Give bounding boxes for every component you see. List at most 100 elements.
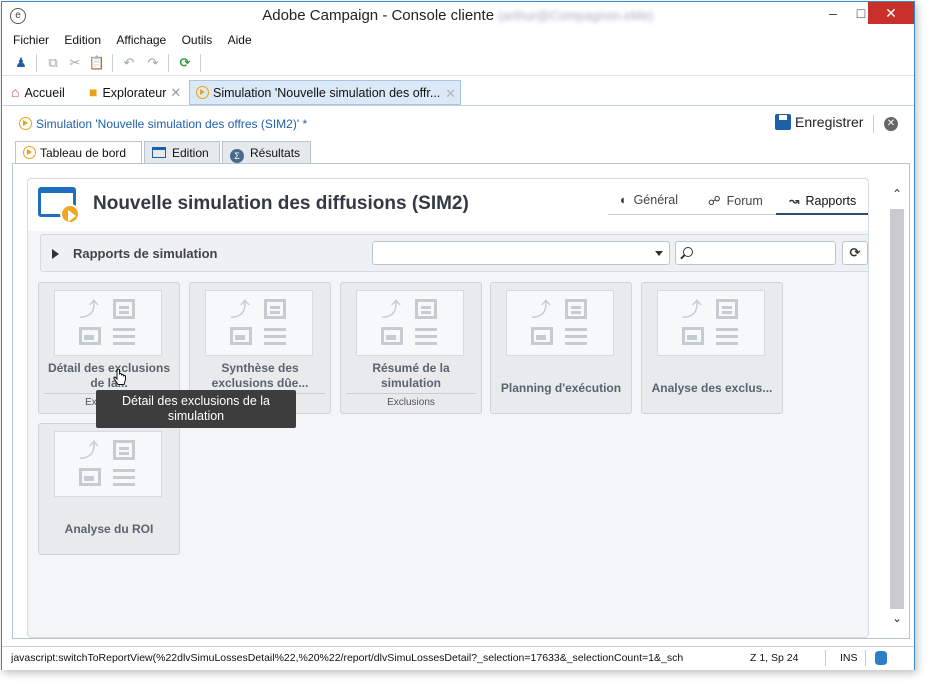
- report-card[interactable]: ⤴ Résumé de la simulation Exclusions: [340, 282, 482, 414]
- chart-icon: ⤴: [79, 440, 99, 462]
- status-separator: [865, 650, 866, 666]
- paste-icon[interactable]: 📋: [88, 54, 106, 72]
- chart-icon: ⤴: [79, 299, 99, 321]
- redo-icon[interactable]: ↷: [144, 54, 162, 72]
- list-icon: [415, 328, 437, 346]
- document-icon: [113, 440, 135, 460]
- report-thumbnail: ⤴: [657, 290, 765, 356]
- menu-fichier[interactable]: Fichier: [2, 30, 55, 47]
- tab-tableau-de-bord-label: Tableau de bord: [40, 146, 127, 160]
- status-separator: [825, 650, 826, 666]
- dashboard-icon: [23, 146, 36, 159]
- tab-forum[interactable]: ☍ Forum: [708, 193, 763, 208]
- image-icon: [230, 327, 252, 345]
- card-divider: [346, 393, 476, 394]
- list-icon: [113, 469, 135, 487]
- status-bar: javascript:switchToReportView(%22dlvSimu…: [2, 646, 914, 670]
- delivery-simulation-icon: [38, 187, 82, 227]
- list-icon: [716, 328, 738, 346]
- scrollbar-thumb[interactable]: [890, 209, 904, 609]
- menu-affichage[interactable]: Affichage: [110, 30, 172, 47]
- folder-icon: ■: [89, 84, 98, 100]
- simulation-icon: [19, 117, 32, 130]
- tab-forum-label: Forum: [726, 194, 763, 208]
- tab-rapports[interactable]: ↝ Rapports: [789, 193, 856, 208]
- tab-general[interactable]: ◐ Général: [620, 193, 678, 207]
- breadcrumb-text: Simulation 'Nouvelle simulation des offr…: [36, 117, 308, 131]
- tab-edition-label: Edition: [172, 146, 209, 160]
- tab-accueil[interactable]: ⌂ Accueil: [11, 80, 65, 105]
- report-thumbnail: ⤴: [506, 290, 614, 356]
- menu-outils[interactable]: Outils: [176, 30, 219, 47]
- scroll-down-icon[interactable]: ⌄: [892, 611, 902, 625]
- document-icon: [565, 299, 587, 319]
- chart-icon: ⤴: [381, 299, 401, 321]
- chart-icon: ⤴: [682, 299, 702, 321]
- home-icon: ⌂: [11, 84, 20, 100]
- breadcrumb-bar: Simulation 'Nouvelle simulation des offr…: [2, 110, 914, 138]
- menu-aide[interactable]: Aide: [222, 30, 258, 47]
- tab-simulation[interactable]: Simulation 'Nouvelle simulation des offr…: [189, 80, 461, 105]
- save-button[interactable]: Enregistrer: [775, 114, 863, 130]
- report-thumbnail: ⤴: [205, 290, 313, 356]
- panel-tabs: ◐ Général ☍ Forum ↝ Rapports: [608, 189, 868, 215]
- report-search-input[interactable]: [675, 241, 836, 265]
- status-position: Z 1, Sp 24: [750, 652, 799, 664]
- status-insert-mode: INS: [840, 652, 858, 664]
- tab-general-label: Général: [633, 193, 679, 207]
- toolbar-separator: [112, 54, 113, 72]
- search-icon: [683, 247, 693, 257]
- close-tab-icon[interactable]: ✕: [445, 81, 456, 106]
- tab-resultats-label: Résultats: [250, 146, 301, 160]
- report-filter-bar: Rapports de simulation ⟳: [40, 234, 868, 272]
- list-icon: [113, 328, 135, 346]
- tab-edition[interactable]: Edition: [144, 141, 220, 164]
- tab-simulation-label: Simulation 'Nouvelle simulation des offr…: [213, 86, 441, 100]
- tab-explorateur-label: Explorateur: [102, 86, 167, 100]
- sigma-icon: Σ: [230, 149, 244, 163]
- report-card[interactable]: ⤴ Planning d'exécution: [490, 282, 632, 414]
- panel-header: Nouvelle simulation des diffusions (SIM2…: [28, 179, 868, 231]
- list-icon: [264, 328, 286, 346]
- close-editor-icon[interactable]: ✕: [884, 117, 898, 131]
- filter-section-label[interactable]: Rapports de simulation: [73, 246, 217, 261]
- tab-resultats[interactable]: Σ Résultats: [222, 141, 311, 164]
- report-name: Analyse du ROI: [64, 522, 154, 536]
- vertical-scrollbar[interactable]: ⌃ ⌄: [887, 177, 907, 637]
- refresh-list-button[interactable]: ⟳: [842, 241, 868, 265]
- copy-icon[interactable]: ⧉: [44, 54, 62, 72]
- refresh-icon[interactable]: ⟳: [176, 54, 194, 72]
- minimize-button[interactable]: –: [820, 2, 846, 24]
- close-window-button[interactable]: ✕: [868, 2, 914, 24]
- report-card[interactable]: ⤴ Analyse des exclus...: [641, 282, 783, 414]
- menu-bar: Fichier Edition Affichage Outils Aide: [2, 30, 914, 50]
- close-tab-icon[interactable]: ✕: [170, 85, 181, 100]
- report-name: Planning d'exécution: [500, 381, 622, 395]
- report-thumbnail: ⤴: [356, 290, 464, 356]
- document-icon: [113, 299, 135, 319]
- tab-tableau-de-bord[interactable]: Tableau de bord: [15, 141, 142, 165]
- active-tab-indicator: [776, 213, 868, 215]
- report-filter-select[interactable]: [372, 241, 670, 265]
- expand-arrow-icon[interactable]: [52, 249, 59, 259]
- menu-edition[interactable]: Edition: [58, 30, 107, 47]
- image-icon: [531, 327, 553, 345]
- toolbar-separator: [36, 54, 37, 72]
- cut-icon[interactable]: ✂: [66, 54, 84, 72]
- dropdown-arrow-icon[interactable]: [655, 251, 663, 256]
- image-icon: [79, 327, 101, 345]
- tab-explorateur[interactable]: ■ Explorateur ✕: [89, 80, 181, 105]
- report-card[interactable]: ⤴ Analyse du ROI: [38, 423, 180, 555]
- report-thumbnail: ⤴: [54, 431, 162, 497]
- toolbar-separator: [168, 54, 169, 72]
- app-window: e Adobe Campaign - Console cliente (arth…: [1, 1, 915, 670]
- status-url: javascript:switchToReportView(%22dlvSimu…: [11, 652, 684, 664]
- tab-rapports-label: Rapports: [805, 194, 857, 208]
- window-title-text: Adobe Campaign - Console cliente: [262, 7, 495, 24]
- chat-icon: ☍: [708, 194, 721, 208]
- scroll-up-icon[interactable]: ⌃: [892, 187, 902, 201]
- user-add-icon[interactable]: ♟: [12, 54, 30, 72]
- list-icon: [565, 328, 587, 346]
- image-icon: [381, 327, 403, 345]
- undo-icon[interactable]: ↶: [120, 54, 138, 72]
